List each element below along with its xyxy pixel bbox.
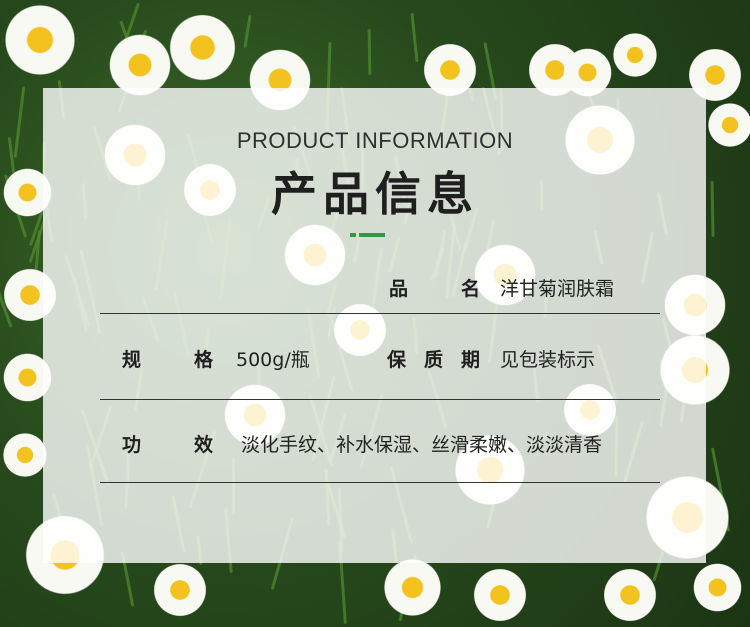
daisy-flower <box>380 555 445 620</box>
effect-value: 淡化手纹、补水保湿、丝滑柔嫩、淡淡清香 <box>241 434 603 456</box>
row-divider-1 <box>100 313 660 314</box>
name-label-char-2: 名 <box>461 278 481 300</box>
daisy-flower <box>600 565 660 625</box>
daisy-flower <box>0 0 80 80</box>
grass-blade <box>243 14 252 49</box>
daisy-flower <box>150 560 210 620</box>
accent-bar-long <box>359 233 385 237</box>
spec-label-char-2: 格 <box>194 349 214 371</box>
shelf-life-label-char-3: 期 <box>461 349 481 371</box>
daisy-flower <box>165 10 240 85</box>
shelf-life-label-char-2: 质 <box>424 349 444 371</box>
accent-bar-short <box>350 233 356 237</box>
shelf-life-value: 见包装标示 <box>500 349 596 371</box>
row-divider-3 <box>100 482 660 483</box>
effect-label-char-2: 效 <box>194 434 214 456</box>
name-label-char-1: 品 <box>389 278 409 300</box>
daisy-flower <box>690 560 745 615</box>
daisy-flower <box>610 30 660 80</box>
title-chinese: 产品信息 <box>271 167 479 221</box>
name-value: 洋甘菊润肤霜 <box>500 278 615 300</box>
shelf-life-label-char-1: 保 <box>387 349 407 371</box>
effect-label-char-1: 功 <box>122 434 142 456</box>
daisy-flower <box>470 565 530 625</box>
grass-blade <box>410 12 419 63</box>
spec-value: 500g/瓶 <box>236 349 310 371</box>
spec-label-char-1: 规 <box>122 349 142 371</box>
row-divider-2 <box>100 399 660 400</box>
title-english: PRODUCT INFORMATION <box>236 128 514 153</box>
grass-blade <box>367 28 372 76</box>
